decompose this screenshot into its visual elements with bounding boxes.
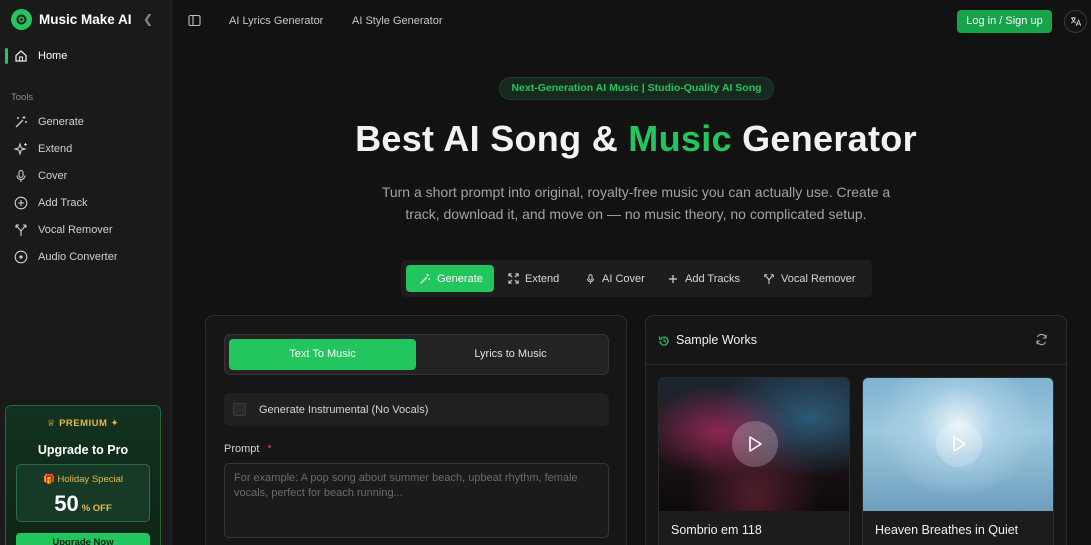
discount: 50% OFF (17, 491, 149, 517)
holiday-label: 🎁 Holiday Special (43, 474, 123, 485)
sidebar: Music Make AI ❮ Home Tools Generate Exte… (0, 0, 172, 545)
sidebar-item-cover[interactable]: Cover (0, 166, 172, 186)
instrumental-toggle-row[interactable]: Generate Instrumental (No Vocals) (224, 393, 609, 426)
prompt-input[interactable] (224, 463, 609, 538)
plus-icon (666, 272, 680, 286)
sparkles-icon (13, 141, 29, 157)
magic-wand-icon (418, 272, 432, 286)
premium-badge: ♕ PREMIUM ✦ (46, 418, 120, 429)
microphone-icon (13, 168, 29, 184)
chevron-left-icon[interactable]: ❮ (143, 12, 153, 26)
sample-card[interactable]: Sombrio em 118 (658, 377, 850, 545)
sample-works-header: Sample Works (646, 316, 1066, 365)
plus-circle-icon (13, 195, 29, 211)
upgrade-now-button[interactable]: Upgrade Now (16, 533, 150, 545)
prompt-label: Prompt * (224, 443, 272, 455)
sample-works-title: Sample Works (676, 333, 758, 347)
reindeer-icon: ✦ (110, 418, 120, 429)
sidebar-item-vocal-remover[interactable]: Vocal Remover (0, 220, 172, 240)
sidebar-item-home[interactable]: Home (0, 45, 172, 67)
crown-icon: ♕ (46, 418, 56, 429)
sidebar-item-label: Home (38, 50, 68, 62)
microphone-icon (583, 272, 597, 286)
upgrade-promo-card: ♕ PREMIUM ✦ Upgrade to Pro 🎁 Holiday Spe… (5, 405, 161, 545)
sidebar-item-label: Cover (38, 170, 68, 182)
gift-icon: 🎁 (43, 474, 55, 485)
expand-icon (506, 272, 520, 286)
sidebar-item-label: Add Track (38, 197, 88, 209)
sample-title: Heaven Breathes in Quiet (875, 523, 1019, 537)
split-icon (13, 222, 29, 238)
brand[interactable]: Music Make AI (11, 9, 132, 30)
play-icon[interactable] (732, 421, 778, 467)
upgrade-title: Upgrade to Pro (37, 443, 129, 457)
input-mode-switch: Text To Music Lyrics to Music (224, 334, 609, 375)
sidebar-item-label: Vocal Remover (38, 224, 113, 236)
hero-badge: Next-Generation AI Music | Studio-Qualit… (499, 77, 774, 100)
tab-ai-cover[interactable]: AI Cover (583, 265, 645, 292)
sample-card[interactable]: Heaven Breathes in Quiet (862, 377, 1054, 545)
disc-icon (13, 249, 29, 265)
sample-works-panel: Sample Works Sombrio em 118 Heaven Breat… (645, 315, 1067, 545)
page-title: Best AI Song & Music Generator (355, 118, 917, 159)
hero-subtitle: Turn a short prompt into original, royal… (381, 184, 891, 222)
logo-icon (11, 9, 32, 30)
tab-extend[interactable]: Extend (506, 265, 559, 292)
tab-generate[interactable]: Generate (406, 265, 494, 292)
login-signup-button[interactable]: Log in / Sign up (957, 10, 1052, 33)
sidebar-item-generate[interactable]: Generate (0, 112, 172, 132)
sidebar-item-label: Extend (38, 143, 73, 155)
tab-vocal-remover[interactable]: Vocal Remover (762, 265, 856, 292)
holiday-offer: 🎁 Holiday Special 50% OFF (16, 464, 150, 522)
nav-link-ai-style-generator[interactable]: AI Style Generator (352, 15, 443, 27)
sidebar-item-label: Audio Converter (38, 251, 118, 263)
discount-value: 50 (54, 491, 79, 516)
tab-add-tracks[interactable]: Add Tracks (666, 265, 740, 292)
mode-tabs: Generate Extend AI Cover Add Tracks Voca… (401, 260, 872, 297)
generate-form-panel: Text To Music Lyrics to Music Generate I… (205, 315, 627, 545)
sidebar-item-add-track[interactable]: Add Track (0, 193, 172, 213)
history-icon (658, 334, 670, 352)
sample-title: Sombrio em 118 (671, 523, 762, 537)
sidebar-item-audio-converter[interactable]: Audio Converter (0, 247, 172, 267)
tools-section-title: Tools (11, 92, 34, 103)
sidebar-item-label: Generate (38, 116, 84, 128)
lyrics-to-music-button[interactable]: Lyrics to Music (417, 339, 604, 370)
magic-wand-icon (13, 114, 29, 130)
home-icon (13, 48, 29, 64)
instrumental-label: Generate Instrumental (No Vocals) (259, 403, 429, 416)
sidebar-toggle-icon[interactable] (188, 14, 201, 32)
required-marker: * (267, 443, 272, 455)
sidebar-item-extend[interactable]: Extend (0, 139, 172, 159)
app-name: Music Make AI (39, 12, 132, 27)
discount-unit: % OFF (81, 503, 112, 514)
active-indicator (5, 48, 8, 64)
split-icon (762, 272, 776, 286)
translate-icon[interactable] (1064, 10, 1087, 33)
refresh-icon[interactable] (1035, 333, 1048, 351)
instrumental-checkbox[interactable] (233, 403, 246, 416)
nav-link-ai-lyrics-generator[interactable]: AI Lyrics Generator (229, 15, 323, 27)
text-to-music-button[interactable]: Text To Music (229, 339, 416, 370)
play-icon[interactable] (936, 421, 982, 467)
